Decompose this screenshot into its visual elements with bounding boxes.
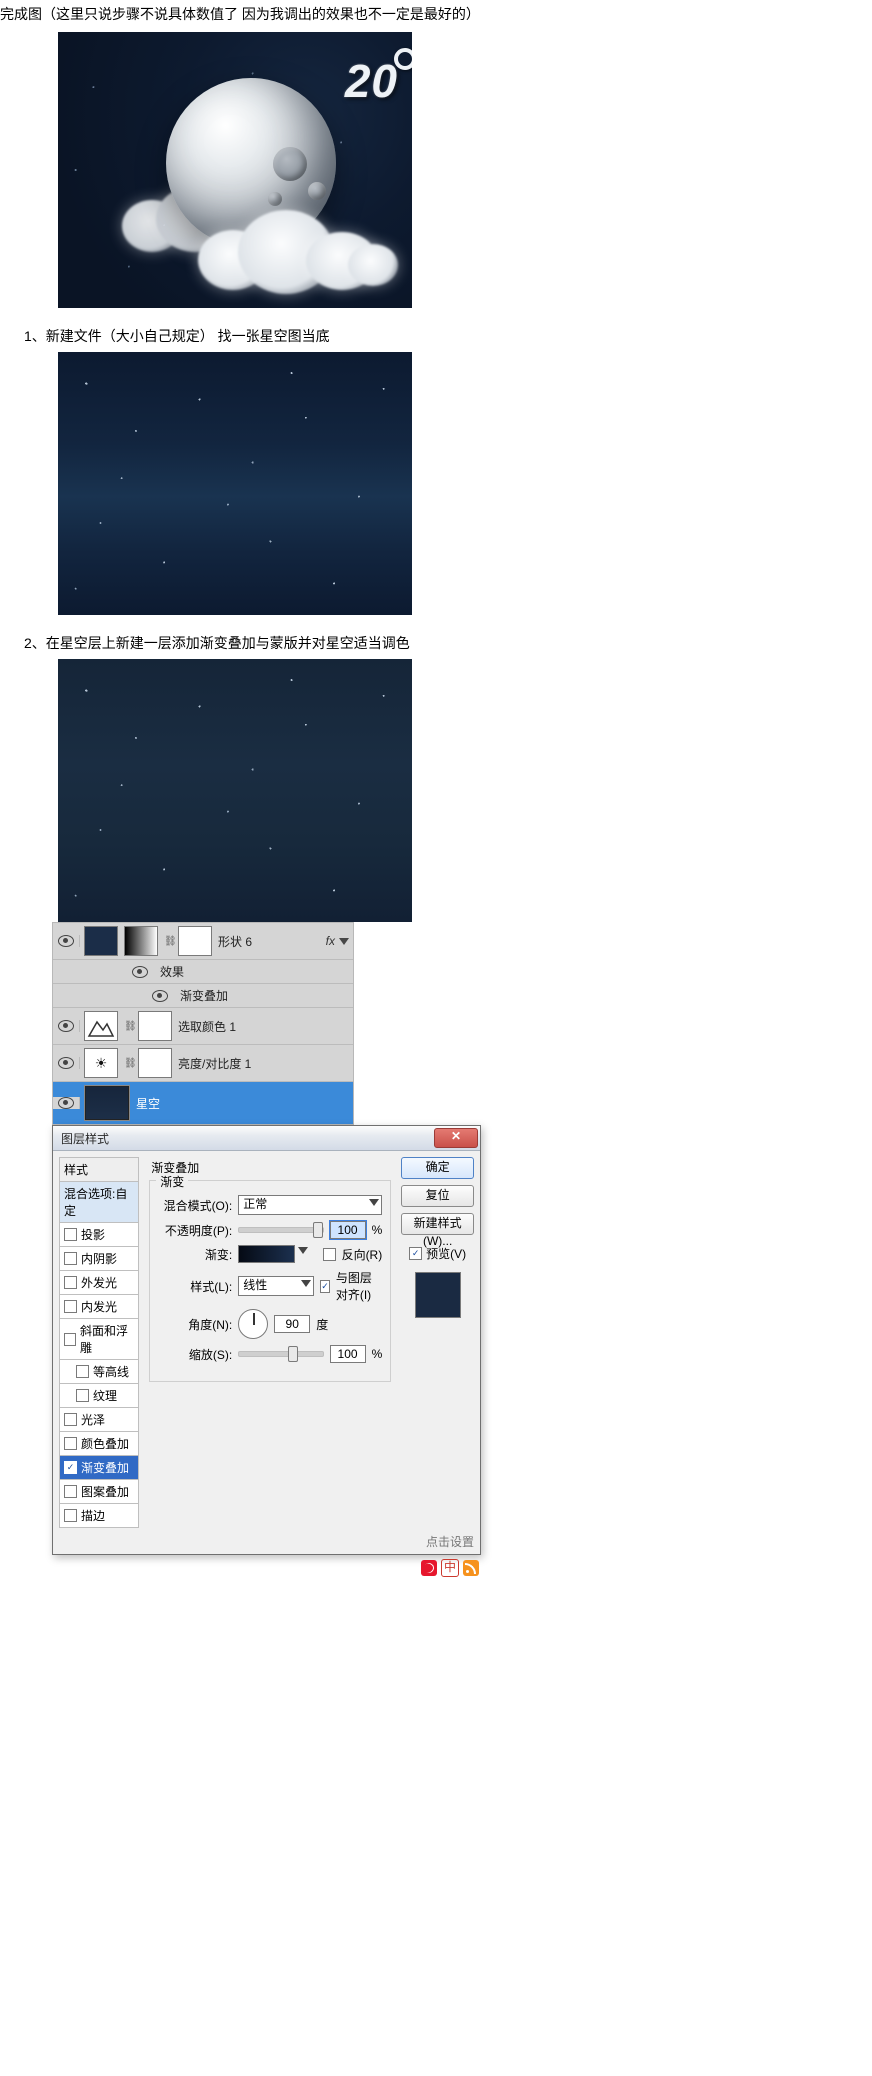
reverse-checkbox[interactable] <box>323 1248 336 1261</box>
texture-item[interactable]: 纹理 <box>59 1384 139 1408</box>
moon-crater <box>308 182 326 200</box>
gradient-overlay-item[interactable]: 渐变叠加 <box>59 1456 139 1480</box>
layer-mask-thumb[interactable] <box>138 1011 172 1041</box>
temperature-value: 20 <box>345 55 398 107</box>
stroke-item[interactable]: 描边 <box>59 1504 139 1528</box>
outer-glow-item[interactable]: 外发光 <box>59 1271 139 1295</box>
satin-item[interactable]: 光泽 <box>59 1408 139 1432</box>
fx-badge[interactable]: fx <box>326 934 335 948</box>
layer-selective-color-label[interactable]: 选取颜色 1 <box>178 1018 236 1035</box>
layer-mask-thumb[interactable] <box>178 926 212 956</box>
gradient-label: 渐变: <box>158 1246 232 1263</box>
opacity-label: 不透明度(P): <box>158 1222 232 1239</box>
close-button[interactable]: ✕ <box>434 1128 478 1148</box>
styles-header[interactable]: 样式 <box>59 1157 139 1182</box>
step-1-text: 1、新建文件（大小自己规定） 找一张星空图当底 <box>0 308 872 352</box>
dialog-footer-hint: 点击设置 <box>53 1529 480 1554</box>
style-select[interactable]: 线性 <box>238 1276 314 1296</box>
share-bar: 中 <box>52 1555 481 1577</box>
style-settings: 渐变叠加 渐变 混合模式(O): 正常 不透明度(P): 100 <box>145 1157 395 1519</box>
blend-mode-select[interactable]: 正常 <box>238 1195 382 1215</box>
visibility-eye-icon[interactable] <box>58 1097 74 1109</box>
chain-icon: ⛓ <box>164 936 172 947</box>
bevel-item[interactable]: 斜面和浮雕 <box>59 1319 139 1360</box>
fx-expand-icon[interactable] <box>339 938 349 945</box>
opacity-input[interactable]: 100 <box>330 1221 366 1239</box>
scale-input[interactable]: 100 <box>330 1345 366 1363</box>
scale-label: 缩放(S): <box>158 1346 232 1363</box>
align-layer-checkbox[interactable] <box>320 1280 330 1293</box>
layer-label-shape6[interactable]: 形状 6 <box>218 933 252 950</box>
pattern-overlay-item[interactable]: 图案叠加 <box>59 1480 139 1504</box>
chain-icon: ⛓ <box>124 1021 132 1032</box>
blend-mode-label: 混合模式(O): <box>158 1197 232 1214</box>
dialog-title: 图层样式 <box>61 1130 434 1147</box>
style-label: 样式(L): <box>158 1278 232 1295</box>
scale-slider[interactable] <box>238 1351 323 1357</box>
gradient-picker[interactable] <box>238 1245 294 1263</box>
new-style-button[interactable]: 新建样式(W)... <box>401 1213 474 1235</box>
final-result-figure: 20 <box>58 32 412 308</box>
layer-thumb-gradient[interactable] <box>124 926 158 956</box>
adjustment-thumb[interactable] <box>84 1011 118 1041</box>
visibility-eye-icon[interactable] <box>58 935 74 947</box>
align-layer-label: 与图层对齐(I) <box>336 1269 382 1303</box>
layer-style-dialog: 图层样式 ✕ 样式 混合选项:自定 投影 内阴影 外发光 内发光 斜面和浮雕 等… <box>52 1125 481 1555</box>
intro-text: 完成图（这里只说步骤不说具体数值了 因为我调出的效果也不一定是最好的） <box>0 0 872 32</box>
angle-input[interactable]: 90 <box>274 1315 310 1333</box>
share-cn-icon[interactable]: 中 <box>441 1559 459 1577</box>
layer-sky-label[interactable]: 星空 <box>136 1095 160 1112</box>
angle-label: 角度(N): <box>158 1316 232 1333</box>
degree-symbol <box>394 48 412 70</box>
angle-unit: 度 <box>316 1316 328 1333</box>
preview-checkbox[interactable] <box>409 1247 422 1260</box>
adjustment-thumb[interactable] <box>84 1048 118 1078</box>
inner-glow-item[interactable]: 内发光 <box>59 1295 139 1319</box>
visibility-eye-icon[interactable] <box>132 966 148 978</box>
step-2-text: 2、在星空层上新建一层添加渐变叠加与蒙版并对星空适当调色 <box>0 615 872 659</box>
layer-brightness-label[interactable]: 亮度/对比度 1 <box>178 1055 251 1072</box>
group-label: 渐变 <box>156 1173 188 1190</box>
layer-thumb[interactable] <box>84 926 118 956</box>
moon-crater <box>268 192 282 206</box>
reverse-label: 反向(R) <box>342 1246 383 1263</box>
percent-unit: % <box>372 1347 383 1361</box>
chain-icon: ⛓ <box>124 1058 132 1069</box>
share-rss-icon[interactable] <box>463 1560 479 1576</box>
reset-button[interactable]: 复位 <box>401 1185 474 1207</box>
share-weibo-icon[interactable] <box>421 1560 437 1576</box>
layer-mask-thumb[interactable] <box>138 1048 172 1078</box>
blend-options-item[interactable]: 混合选项:自定 <box>59 1182 139 1223</box>
opacity-slider[interactable] <box>238 1227 323 1233</box>
cloud-front <box>198 210 388 300</box>
layer-thumb-sky[interactable] <box>84 1085 130 1121</box>
moon-crater <box>273 147 307 181</box>
photoshop-layers-panel: ⛓ 形状 6 fx 效果 渐变叠加 <box>52 922 354 1125</box>
step1-starry-image <box>58 352 412 615</box>
drop-shadow-item[interactable]: 投影 <box>59 1223 139 1247</box>
percent-unit: % <box>372 1223 383 1237</box>
preview-swatch <box>415 1272 461 1318</box>
visibility-eye-icon[interactable] <box>152 990 168 1002</box>
step2-starry-image <box>58 659 412 922</box>
inner-shadow-item[interactable]: 内阴影 <box>59 1247 139 1271</box>
color-overlay-item[interactable]: 颜色叠加 <box>59 1432 139 1456</box>
layer-gradient-overlay-label[interactable]: 渐变叠加 <box>180 987 228 1004</box>
visibility-eye-icon[interactable] <box>58 1057 74 1069</box>
contour-item[interactable]: 等高线 <box>59 1360 139 1384</box>
dialog-buttons: 确定 复位 新建样式(W)... 预览(V) <box>401 1157 474 1519</box>
visibility-eye-icon[interactable] <box>58 1020 74 1032</box>
style-list: 样式 混合选项:自定 投影 内阴影 外发光 内发光 斜面和浮雕 等高线 纹理 光… <box>59 1157 139 1519</box>
ok-button[interactable]: 确定 <box>401 1157 474 1179</box>
layer-effects-label[interactable]: 效果 <box>160 963 184 980</box>
temperature-display: 20 <box>345 54 398 108</box>
angle-dial[interactable] <box>238 1309 268 1339</box>
preview-label: 预览(V) <box>426 1245 466 1262</box>
